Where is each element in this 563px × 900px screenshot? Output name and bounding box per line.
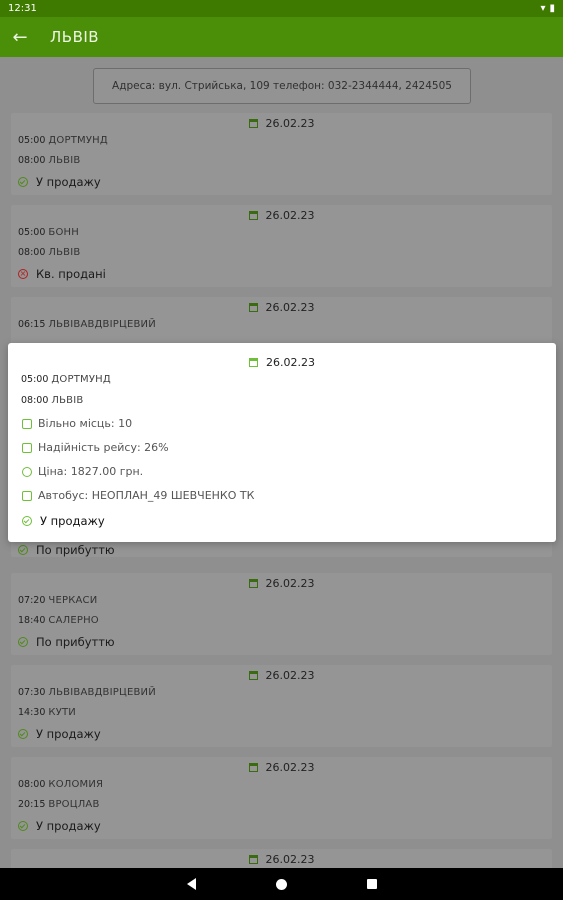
trip-date: 26.02.23 <box>11 853 552 866</box>
check-circle-icon <box>18 729 28 739</box>
check-circle-icon <box>18 545 28 555</box>
trip-date: 26.02.23 <box>11 117 552 130</box>
check-circle-icon <box>18 637 28 647</box>
popup-date: 26.02.23 <box>8 356 556 369</box>
calendar-icon <box>249 358 258 367</box>
arrival-row: 08:00 ЛЬВІВ <box>18 155 81 166</box>
departure-row: 08:00 КОЛОМИЯ <box>18 779 104 790</box>
calendar-icon <box>248 579 258 588</box>
trip-card[interactable]: 26.02.23 07:20 ЧЕРКАСИ 18:40 САЛЕРНО По пр… <box>11 573 552 655</box>
departure-row: 07:20 ЧЕРКАСИ <box>18 595 98 606</box>
calendar-icon <box>248 763 258 772</box>
trip-card[interactable]: 26.02.23 05:00 БОНН 08:00 ЛЬВІВ × Кв. прода… <box>11 205 552 287</box>
trip-status: × Кв. продані <box>18 267 106 281</box>
battery-icon: ▮ <box>549 3 555 14</box>
departure-row: 05:00 БОНН <box>18 227 79 238</box>
trip-status: У продажу <box>18 819 101 833</box>
trip-date: 26.02.23 <box>11 669 552 682</box>
app-bar: ← ЛЬВІВ <box>0 17 563 57</box>
price-icon <box>22 466 32 477</box>
popup-arrival-row: 08:00 ЛЬВІВ <box>21 395 84 406</box>
free-seats: Вільно місць: 10 <box>22 417 132 430</box>
nav-recents-icon[interactable] <box>366 879 377 889</box>
trip-status: У продажу <box>18 175 101 189</box>
check-circle-icon <box>22 516 32 526</box>
arrival-row: 20:15 ВРОЦЛАВ <box>18 799 100 810</box>
calendar-icon <box>248 855 258 864</box>
reliability: Надійність рейсу: 26% <box>22 441 169 454</box>
bus-info: Автобус: НЕОПЛАН_49 ШЕВЧЕНКО ТК <box>22 489 254 502</box>
check-circle-icon <box>18 821 28 831</box>
arrival-row: 08:00 ЛЬВІВ <box>18 247 81 258</box>
trip-card[interactable]: 26.02.23 07:30 ЛЬВІВАВДВІРЦЕВИЙ 14:30 КУТИ… <box>11 665 552 747</box>
price: Ціна: 1827.00 грн. <box>22 465 143 478</box>
nav-home-icon[interactable] <box>275 878 287 890</box>
trip-date: 26.02.23 <box>11 577 552 590</box>
trip-status: По прибуттю <box>18 635 115 649</box>
trip-card[interactable]: 26.02.23 05:00 ДОРТМУНД 08:00 ЛЬВІВ У прод… <box>11 113 552 195</box>
check-circle-icon <box>18 177 28 187</box>
departure-row: 05:00 ДОРТМУНД <box>18 135 108 146</box>
wifi-icon: ▾ <box>540 3 546 14</box>
calendar-icon <box>248 671 258 680</box>
back-arrow-icon[interactable]: ← <box>0 27 40 48</box>
system-nav-bar <box>0 868 563 900</box>
page-title: ЛЬВІВ <box>50 28 100 46</box>
departure-row: 07:30 ЛЬВІВАВДВІРЦЕВИЙ <box>18 687 156 698</box>
status-icons: ▾ ▮ <box>540 3 555 14</box>
status-bar: 12:31 ▾ ▮ <box>0 0 563 17</box>
bus-icon <box>22 490 32 501</box>
reliability-icon <box>22 442 32 453</box>
arrival-row: 18:40 САЛЕРНО <box>18 615 99 626</box>
trip-date: 26.02.23 <box>11 761 552 774</box>
trip-date: 26.02.23 <box>11 301 552 314</box>
nav-back-icon[interactable] <box>186 878 196 890</box>
popup-departure-row: 05:00 ДОРТМУНД <box>21 374 111 385</box>
trip-card[interactable]: 26.02.23 08:00 КОЛОМИЯ 20:15 ВРОЦЛАВ У про… <box>11 757 552 839</box>
status-time: 12:31 <box>8 3 37 14</box>
arrival-row: 14:30 КУТИ <box>18 707 76 718</box>
trip-card[interactable]: 26.02.23 <box>11 849 552 868</box>
seat-icon <box>22 418 32 429</box>
trip-details-popup[interactable]: 26.02.23 05:00 ДОРТМУНД 08:00 ЛЬВІВ Вільно… <box>8 343 556 542</box>
popup-status: У продажу <box>22 514 105 528</box>
trip-date: 26.02.23 <box>11 209 552 222</box>
station-address: Адреса: вул. Стрийська, 109 телефон: 032… <box>93 68 471 104</box>
calendar-icon <box>248 211 258 220</box>
calendar-icon <box>248 303 258 312</box>
departure-row: 06:15 ЛЬВІВАВДВІРЦЕВИЙ <box>18 319 156 330</box>
calendar-icon <box>248 119 258 128</box>
trip-status: У продажу <box>18 727 101 741</box>
trip-status: По прибуттю <box>18 543 115 557</box>
cancel-circle-icon: × <box>18 269 28 279</box>
